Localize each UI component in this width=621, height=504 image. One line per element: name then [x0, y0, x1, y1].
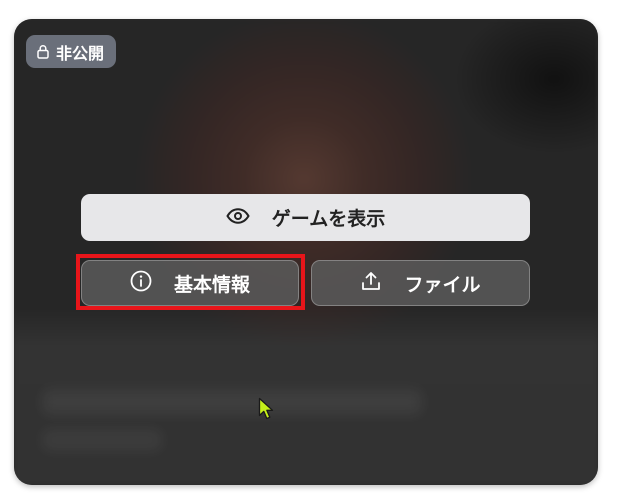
files-label: ファイル [404, 273, 481, 296]
blurred-thumbnail [14, 19, 598, 485]
visibility-badge: 非公開 [26, 35, 117, 68]
view-game-button[interactable]: ゲームを表示 [81, 194, 530, 241]
lock-icon [36, 44, 50, 59]
upload-icon [360, 270, 382, 297]
info-circle-icon [130, 270, 152, 297]
basic-info-button[interactable]: 基本情報 [81, 260, 299, 306]
basic-info-label: 基本情報 [173, 273, 250, 296]
blurred-subtitle [42, 429, 162, 451]
files-button[interactable]: ファイル [311, 260, 530, 306]
mouse-cursor-icon [258, 397, 276, 425]
eye-icon [226, 207, 250, 229]
view-game-label: ゲームを表示 [271, 208, 386, 230]
game-card[interactable]: 非公開 ゲームを表示 基本情報 ファイル [14, 19, 598, 485]
visibility-label: 非公開 [56, 43, 105, 63]
blurred-title [42, 389, 422, 415]
